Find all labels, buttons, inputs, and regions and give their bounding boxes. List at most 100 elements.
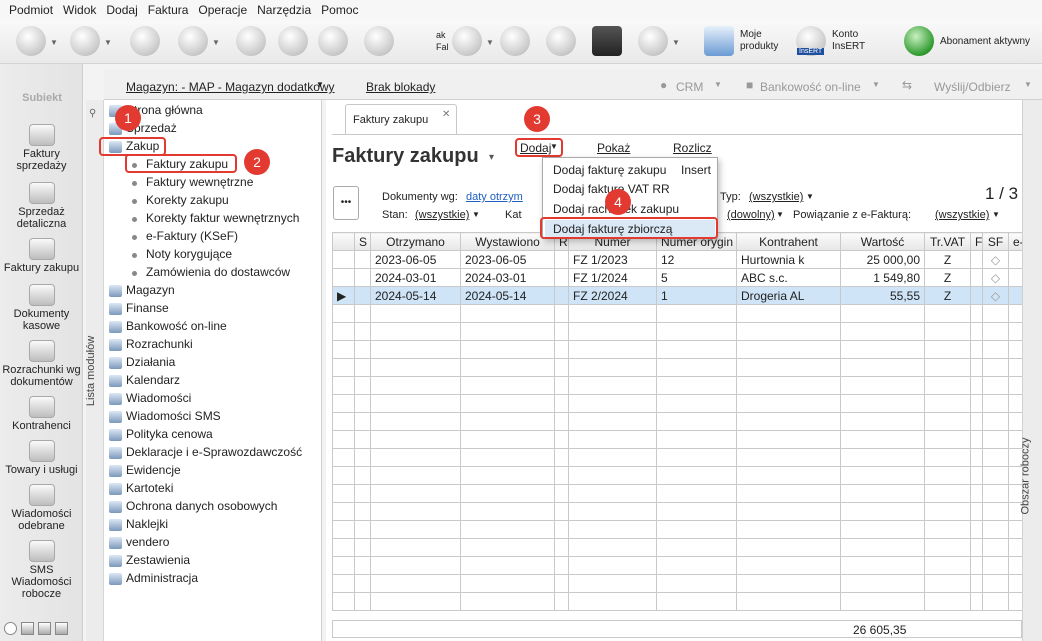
powiazanie-filter[interactable]: (wszystkie) [935,209,989,221]
module-item[interactable]: Zestawienia [126,553,190,567]
module-item[interactable]: Ewidencje [126,463,181,477]
loading-icon[interactable] [500,26,530,56]
dodaj-button[interactable]: Dodaj [520,141,551,155]
table-row[interactable] [332,556,1023,575]
column-header[interactable]: SF [982,232,1009,251]
column-header[interactable]: Otrzymano [370,232,461,251]
person-icon[interactable] [38,622,51,635]
table-row[interactable] [332,412,1023,431]
table-row[interactable] [332,592,1023,611]
konto-insert-button[interactable]: Konto InsERT [832,29,865,53]
wyslij-button[interactable]: Wyślij/Odbierz [934,80,1011,94]
eraser-icon[interactable] [178,26,208,56]
column-header[interactable]: e- [1008,232,1023,251]
module-item[interactable]: Wiadomości [126,391,191,405]
stack-icon[interactable] [21,622,34,635]
tab-faktury-zakupu[interactable]: Faktury zakupu ✕ [345,104,457,134]
gear-icon[interactable] [55,622,68,635]
table-row[interactable] [332,448,1023,467]
submodule-item[interactable]: e-Faktury (KSeF) [146,229,238,243]
menu-dodaj[interactable]: Dodaj [106,3,137,17]
table-row[interactable] [332,520,1023,539]
table-row[interactable] [332,376,1023,395]
menu-dodaj-fakture-zakupu[interactable]: Dodaj fakturę zakupu [553,163,666,177]
menu-podmiot[interactable]: Podmiot [9,3,53,17]
box-icon[interactable] [592,26,622,56]
more-options-button[interactable]: ••• [333,186,359,220]
nav-kontrahenci[interactable]: Kontrahenci [0,396,83,432]
column-header[interactable]: Kontrahent [736,232,841,251]
column-header[interactable] [332,232,355,251]
close-icon[interactable]: ✕ [442,109,450,120]
table-row[interactable] [332,358,1023,377]
nav-sms-wiadomosci[interactable]: SMS Wiadomości robocze [0,540,83,600]
cloud-icon[interactable] [638,26,668,56]
table-row[interactable] [332,340,1023,359]
circle-icon[interactable] [4,622,17,635]
submodule-item[interactable]: Zamówienia do dostawców [146,265,290,279]
module-item[interactable]: Kartoteki [126,481,173,495]
nav-faktury-zakupu[interactable]: Faktury zakupu [0,238,83,274]
submodule-item[interactable]: Faktury wewnętrzne [146,175,253,189]
moje-produkty-button[interactable]: Moje produkty [740,29,778,53]
workspace-strip[interactable]: Obszar roboczy [1020,100,1042,641]
table-row[interactable] [332,430,1023,449]
submodule-item[interactable]: Noty korygujące [146,247,232,261]
receive-icon[interactable] [70,26,100,56]
table-row[interactable] [332,574,1023,593]
table-row[interactable] [332,484,1023,503]
column-header[interactable]: F [970,232,983,251]
module-item[interactable]: Działania [126,355,175,369]
module-item[interactable]: Rozrachunki [126,337,193,351]
table-row[interactable] [332,322,1023,341]
rozlicz-button[interactable]: Rozlicz [673,141,712,155]
abonament-status[interactable]: Abonament aktywny [940,36,1030,48]
menu-pomoc[interactable]: Pomoc [321,3,358,17]
table-row[interactable]: ▶ 2024-05-14 2024-05-14 FZ 2/2024 1 Drogeria … [332,286,1023,305]
module-item[interactable]: Magazyn [126,283,175,297]
table-row[interactable] [332,394,1023,413]
column-header[interactable]: Wartość [840,232,925,251]
nav-wiadomosci-odebrane[interactable]: Wiadomości odebrane [0,484,83,532]
nav-towary-uslugi[interactable]: Towary i usługi [0,440,83,476]
stan-filter[interactable]: (wszystkie) [415,209,469,221]
module-panel-strip[interactable]: ⚲ Lista modułów [85,100,104,641]
nav-faktury-sprzedazy[interactable]: Faktury sprzedaży [0,124,83,172]
nav-rozrachunki[interactable]: Rozrachunki wg dokumentów [0,340,83,388]
menu-narzedzia[interactable]: Narzędzia [257,3,311,17]
table-row[interactable] [332,538,1023,557]
table-row[interactable] [332,304,1023,323]
pin-icon[interactable]: ⚲ [89,108,96,119]
module-item[interactable]: Ochrona danych osobowych [126,499,277,513]
menu-operacje[interactable]: Operacje [198,3,247,17]
pokaz-button[interactable]: Pokaż [597,141,630,155]
dokumenty-filter[interactable]: daty otrzym [466,191,523,203]
magazyn-selector[interactable]: Magazyn: - MAP - Magazyn dodatkowy [126,80,335,94]
nav-sprzedaz-detaliczna[interactable]: Sprzedaż detaliczna [0,182,83,230]
submodule-item[interactable]: Korekty zakupu [146,193,229,207]
module-item[interactable]: Kalendarz [126,373,180,387]
crm-button[interactable]: CRM [676,80,703,94]
module-item[interactable]: Naklejki [126,517,168,531]
submodule-item[interactable]: Korekty faktur wewnętrznych [146,211,299,225]
module-item[interactable]: Deklaracje i e-Sprawozdawczość [126,445,302,459]
table-row[interactable]: 2023-06-05 2023-06-05 FZ 1/2023 12 Hurtownia… [332,250,1023,269]
help-icon[interactable] [452,26,482,56]
documents-icon[interactable] [364,26,394,56]
chevron-down-icon[interactable]: ▾ [489,152,494,163]
module-item[interactable]: Bankowość on-line [126,319,227,333]
nav-dokumenty-kasowe[interactable]: Dokumenty kasowe [0,284,83,332]
menu-widok[interactable]: Widok [63,3,96,17]
coins-icon[interactable] [130,26,160,56]
module-item[interactable]: Administracja [126,571,198,585]
dowolny-filter[interactable]: (dowolny) [727,209,775,221]
module-item[interactable]: Finanse [126,301,169,315]
column-header[interactable]: Tr.VAT [924,232,971,251]
module-item[interactable]: Wiadomości SMS [126,409,221,423]
column-header[interactable]: S [354,232,371,251]
module-item[interactable]: vendero [126,535,169,549]
typ-filter[interactable]: (wszystkie) [749,191,803,203]
bankowosc-button[interactable]: Bankowość on-line [760,80,861,94]
table-row[interactable] [332,466,1023,485]
globe-icon[interactable] [546,26,576,56]
